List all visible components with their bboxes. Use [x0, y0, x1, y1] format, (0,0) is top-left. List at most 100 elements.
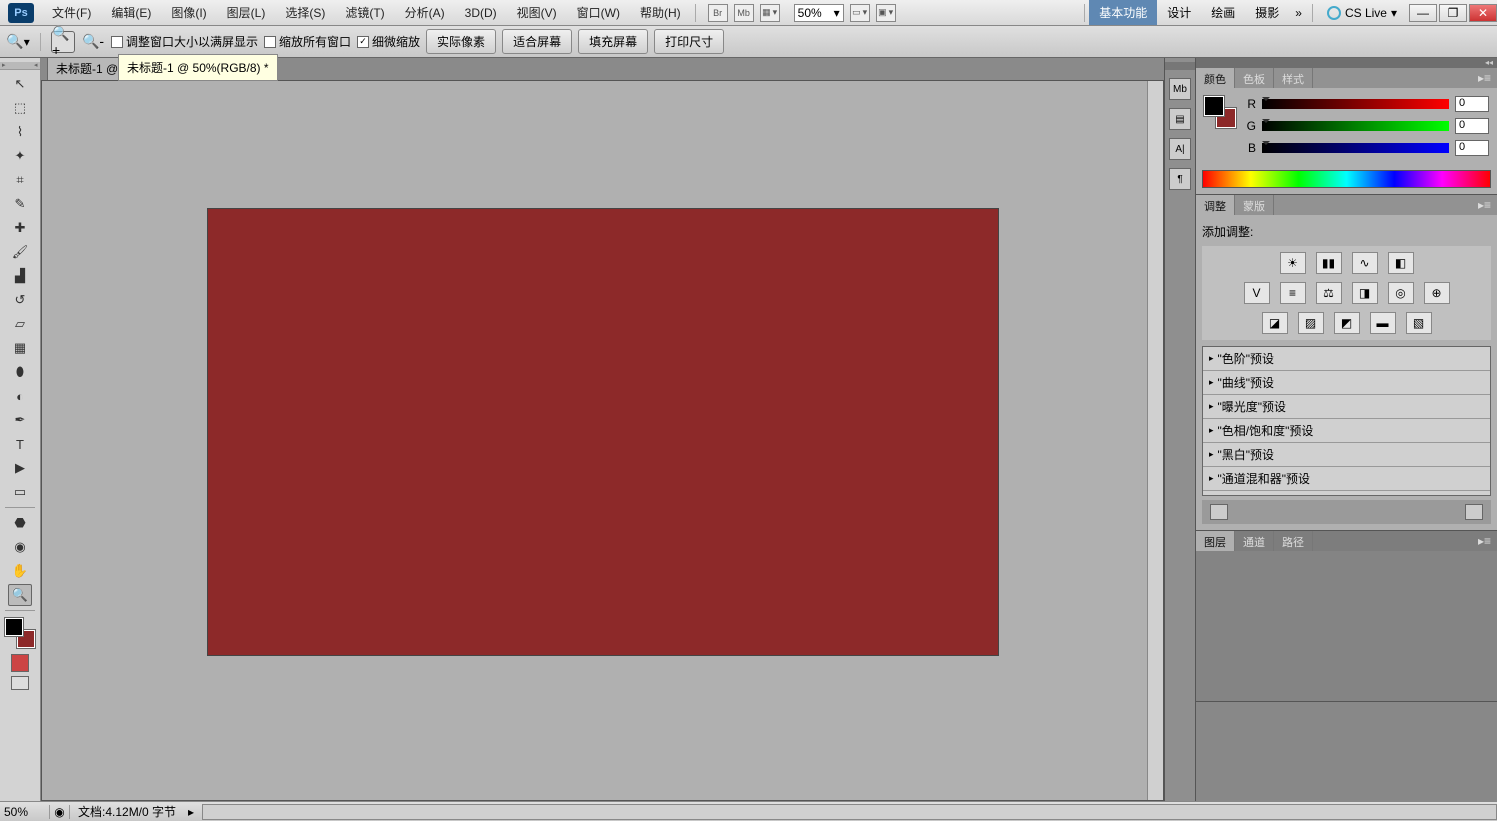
fg-swatch[interactable] — [1204, 96, 1224, 116]
preset-channel-mixer[interactable]: "通道混和器"预设 — [1203, 467, 1490, 491]
eraser-tool[interactable]: ▱ — [8, 313, 32, 335]
menu-edit[interactable]: 编辑(E) — [101, 0, 161, 25]
healing-tool[interactable]: ✚ — [8, 217, 32, 239]
posterize-icon[interactable]: ▨ — [1298, 312, 1324, 334]
preset-curves[interactable]: "曲线"预设 — [1203, 371, 1490, 395]
dodge-tool[interactable]: ◐ — [8, 385, 32, 407]
resize-window-checkbox[interactable]: 调整窗口大小以满屏显示 — [111, 33, 258, 50]
zoom-tool[interactable]: 🔍 — [8, 584, 32, 606]
panel-menu-icon[interactable]: ▸≡ — [1472, 531, 1497, 551]
bridge-icon[interactable]: Br — [708, 4, 728, 22]
zoom-in-button[interactable]: 🔍+ — [51, 31, 75, 53]
g-slider[interactable] — [1262, 121, 1449, 131]
preset-hue-saturation[interactable]: "色相/饱和度"预设 — [1203, 419, 1490, 443]
actual-pixels-button[interactable]: 实际像素 — [426, 29, 496, 54]
character-panel-icon[interactable]: A| — [1169, 138, 1191, 160]
balance-icon[interactable]: ⚖ — [1316, 282, 1342, 304]
canvas-viewport[interactable] — [41, 80, 1164, 801]
hand-tool[interactable]: ✋ — [8, 560, 32, 582]
invert-icon[interactable]: ◪ — [1262, 312, 1288, 334]
tab-layers[interactable]: 图层 — [1196, 531, 1235, 551]
eyedropper-tool[interactable]: ✎ — [8, 193, 32, 215]
paragraph-panel-icon[interactable]: ¶ — [1169, 168, 1191, 190]
fill-screen-button[interactable]: 填充屏幕 — [578, 29, 648, 54]
toolbox-grip[interactable] — [0, 62, 40, 70]
status-zoom[interactable]: 50% — [0, 805, 50, 819]
color-swatches[interactable] — [1204, 96, 1236, 128]
status-info-icon[interactable]: ◉ — [50, 805, 70, 819]
vertical-scrollbar[interactable] — [1147, 81, 1163, 800]
lasso-tool[interactable]: ⌇ — [8, 121, 32, 143]
menu-select[interactable]: 选择(S) — [275, 0, 335, 25]
layers-body[interactable] — [1196, 551, 1497, 701]
minibridge-panel-icon[interactable]: Mb — [1169, 78, 1191, 100]
menu-3d[interactable]: 3D(D) — [455, 2, 507, 24]
preset-selective-color[interactable]: "可选颜色"预设 — [1203, 491, 1490, 496]
color-swatches[interactable] — [5, 618, 35, 648]
shape-tool[interactable]: ▭ — [8, 481, 32, 503]
tab-adjustments[interactable]: 调整 — [1196, 195, 1235, 215]
panel-menu-icon[interactable]: ▸≡ — [1472, 68, 1497, 88]
menu-view[interactable]: 视图(V) — [507, 0, 567, 25]
screen-mode-toggle[interactable] — [11, 676, 29, 690]
extras-icon[interactable]: ▣ — [876, 4, 896, 22]
quick-mask-toggle[interactable] — [11, 654, 29, 672]
tab-masks[interactable]: 蒙版 — [1235, 195, 1274, 215]
tool-preset-picker[interactable]: 🔍▾ — [6, 31, 30, 53]
history-panel-icon[interactable]: ▤ — [1169, 108, 1191, 130]
zoom-all-windows-checkbox[interactable]: 缩放所有窗口 — [264, 33, 351, 50]
foreground-color-swatch[interactable] — [5, 618, 23, 636]
menu-file[interactable]: 文件(F) — [42, 0, 101, 25]
exposure-icon[interactable]: ◧ — [1388, 252, 1414, 274]
preset-blackwhite[interactable]: "黑白"预设 — [1203, 443, 1490, 467]
status-doc-info[interactable]: 文档:4.12M/0 字节 — [70, 803, 184, 820]
curves-icon[interactable]: ∿ — [1352, 252, 1378, 274]
panel-menu-icon[interactable]: ▸≡ — [1472, 195, 1497, 215]
hue-icon[interactable]: ≡ — [1280, 282, 1306, 304]
workspace-more[interactable]: » — [1289, 2, 1308, 24]
wand-tool[interactable]: ✦ — [8, 145, 32, 167]
move-tool[interactable]: ↖ — [8, 73, 32, 95]
adj-footer-right-icon[interactable] — [1465, 504, 1483, 520]
photo-filter-icon[interactable]: ◎ — [1388, 282, 1414, 304]
window-restore[interactable]: ❐ — [1439, 4, 1467, 22]
tab-styles[interactable]: 样式 — [1274, 68, 1313, 88]
menu-layer[interactable]: 图层(L) — [217, 0, 276, 25]
print-size-button[interactable]: 打印尺寸 — [654, 29, 724, 54]
crop-tool[interactable]: ⌗ — [8, 169, 32, 191]
menu-filter[interactable]: 滤镜(T) — [335, 0, 394, 25]
window-close[interactable]: ✕ — [1469, 4, 1497, 22]
3d-camera-tool[interactable]: ◉ — [8, 536, 32, 558]
arrange-docs-icon[interactable]: ▦ — [760, 4, 780, 22]
preset-levels[interactable]: "色阶"预设 — [1203, 347, 1490, 371]
r-slider[interactable] — [1262, 99, 1449, 109]
pen-tool[interactable]: ✒ — [8, 409, 32, 431]
dock-grip[interactable]: ◂◂ — [1196, 58, 1497, 68]
menu-analysis[interactable]: 分析(A) — [395, 0, 455, 25]
channel-mixer-icon[interactable]: ⊕ — [1424, 282, 1450, 304]
workspace-photography[interactable]: 摄影 — [1245, 0, 1289, 25]
window-minimize[interactable]: — — [1409, 4, 1437, 22]
path-select-tool[interactable]: ▶ — [8, 457, 32, 479]
blur-tool[interactable]: ⬮ — [8, 361, 32, 383]
cslive-button[interactable]: CS Live▾ — [1317, 2, 1407, 24]
tab-channels[interactable]: 通道 — [1235, 531, 1274, 551]
status-menu-arrow[interactable]: ▸ — [188, 805, 194, 819]
color-spectrum[interactable] — [1202, 170, 1491, 188]
tab-color[interactable]: 颜色 — [1196, 68, 1235, 88]
horizontal-scrollbar[interactable] — [202, 804, 1497, 820]
preset-exposure[interactable]: "曝光度"预设 — [1203, 395, 1490, 419]
marquee-tool[interactable]: ⬚ — [8, 97, 32, 119]
workspace-painting[interactable]: 绘画 — [1201, 0, 1245, 25]
3d-tool[interactable]: ⬣ — [8, 512, 32, 534]
workspace-design[interactable]: 设计 — [1157, 0, 1201, 25]
adj-footer-left-icon[interactable] — [1210, 504, 1228, 520]
menu-help[interactable]: 帮助(H) — [630, 0, 691, 25]
vibrance-icon[interactable]: V — [1244, 282, 1270, 304]
menu-image[interactable]: 图像(I) — [161, 0, 216, 25]
gradient-tool[interactable]: ▦ — [8, 337, 32, 359]
screen-mode-icon[interactable]: ▭ — [850, 4, 870, 22]
gradient-map-icon[interactable]: ▬ — [1370, 312, 1396, 334]
zoom-combo[interactable]: 50%▾ — [794, 4, 844, 22]
dock-grip[interactable] — [1165, 62, 1195, 70]
